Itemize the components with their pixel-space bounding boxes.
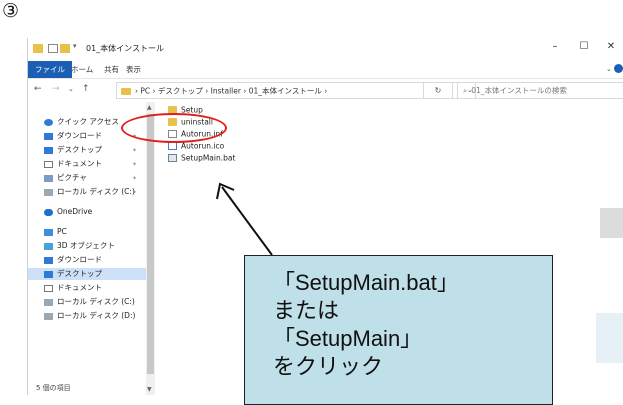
callout-line: または [273,298,340,323]
callout-line: 「SetupMain」 [273,326,423,351]
instruction-callout: 「SetupMain.bat」 または 「SetupMain」 をクリック [244,255,553,405]
callout-line: をクリック [273,354,384,379]
callout-line: 「SetupMain.bat」 [273,270,459,295]
